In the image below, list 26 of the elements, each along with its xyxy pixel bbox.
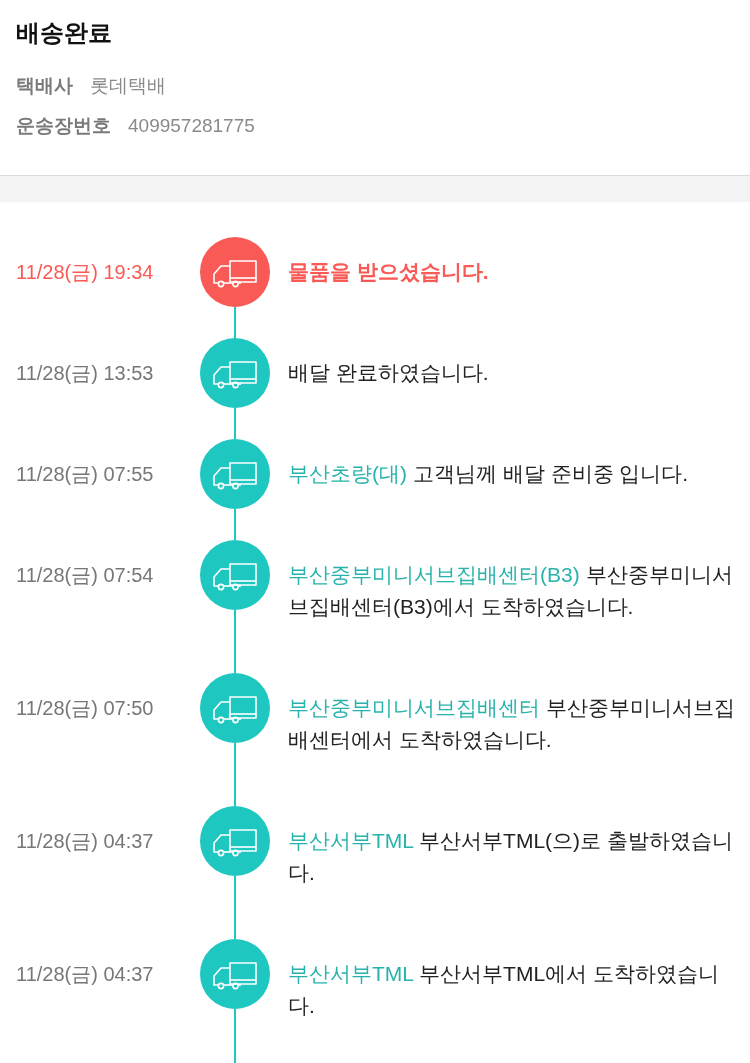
event-time: 11/28(금) 07:55 xyxy=(16,462,154,487)
timeline-connector xyxy=(234,408,236,439)
field-value: 409957281775 xyxy=(128,115,255,137)
status-message: 부산중부미니서브집배센터 부산중부미니서브집배센터에서 도착하였습니다. xyxy=(288,695,736,753)
status-message: 배달 완료하였습니다. xyxy=(288,360,490,386)
timeline-connector xyxy=(234,307,236,338)
event-time: 11/28(금) 04:37 xyxy=(16,962,154,987)
status-message: 부산초량(대) 고객님께 배달 준비중 입니다. xyxy=(288,461,690,487)
field-label: 택배사 xyxy=(16,74,73,98)
event-time: 11/28(금) 07:50 xyxy=(16,696,154,721)
timeline-connector xyxy=(234,743,236,806)
status-message: 부산서부TML 부산서부TML(으)로 출발하였습니다. xyxy=(288,828,734,886)
event-time: 11/28(금) 19:34 xyxy=(16,260,154,285)
timeline-connector xyxy=(234,1009,236,1063)
status-title: 배송완료 xyxy=(16,18,112,48)
field-value: 롯데택배 xyxy=(90,74,166,98)
timeline-connector xyxy=(234,876,236,939)
status-message: 부산중부미니서브집배센터(B3) 부산중부미니서브집배센터(B3)에서 도착하였습니다. xyxy=(288,562,734,620)
field-label: 운송장번호 xyxy=(16,114,111,138)
event-time: 11/28(금) 07:54 xyxy=(16,563,154,588)
event-time: 11/28(금) 13:53 xyxy=(16,361,154,386)
timeline-connector xyxy=(234,509,236,540)
event-time: 11/28(금) 04:37 xyxy=(16,829,154,854)
status-message: 물품을 받으셨습니다. xyxy=(288,259,490,285)
status-message: 부산서부TML 부산서부TML에서 도착하였습니다. xyxy=(288,961,720,1019)
timeline-connector xyxy=(234,610,236,673)
